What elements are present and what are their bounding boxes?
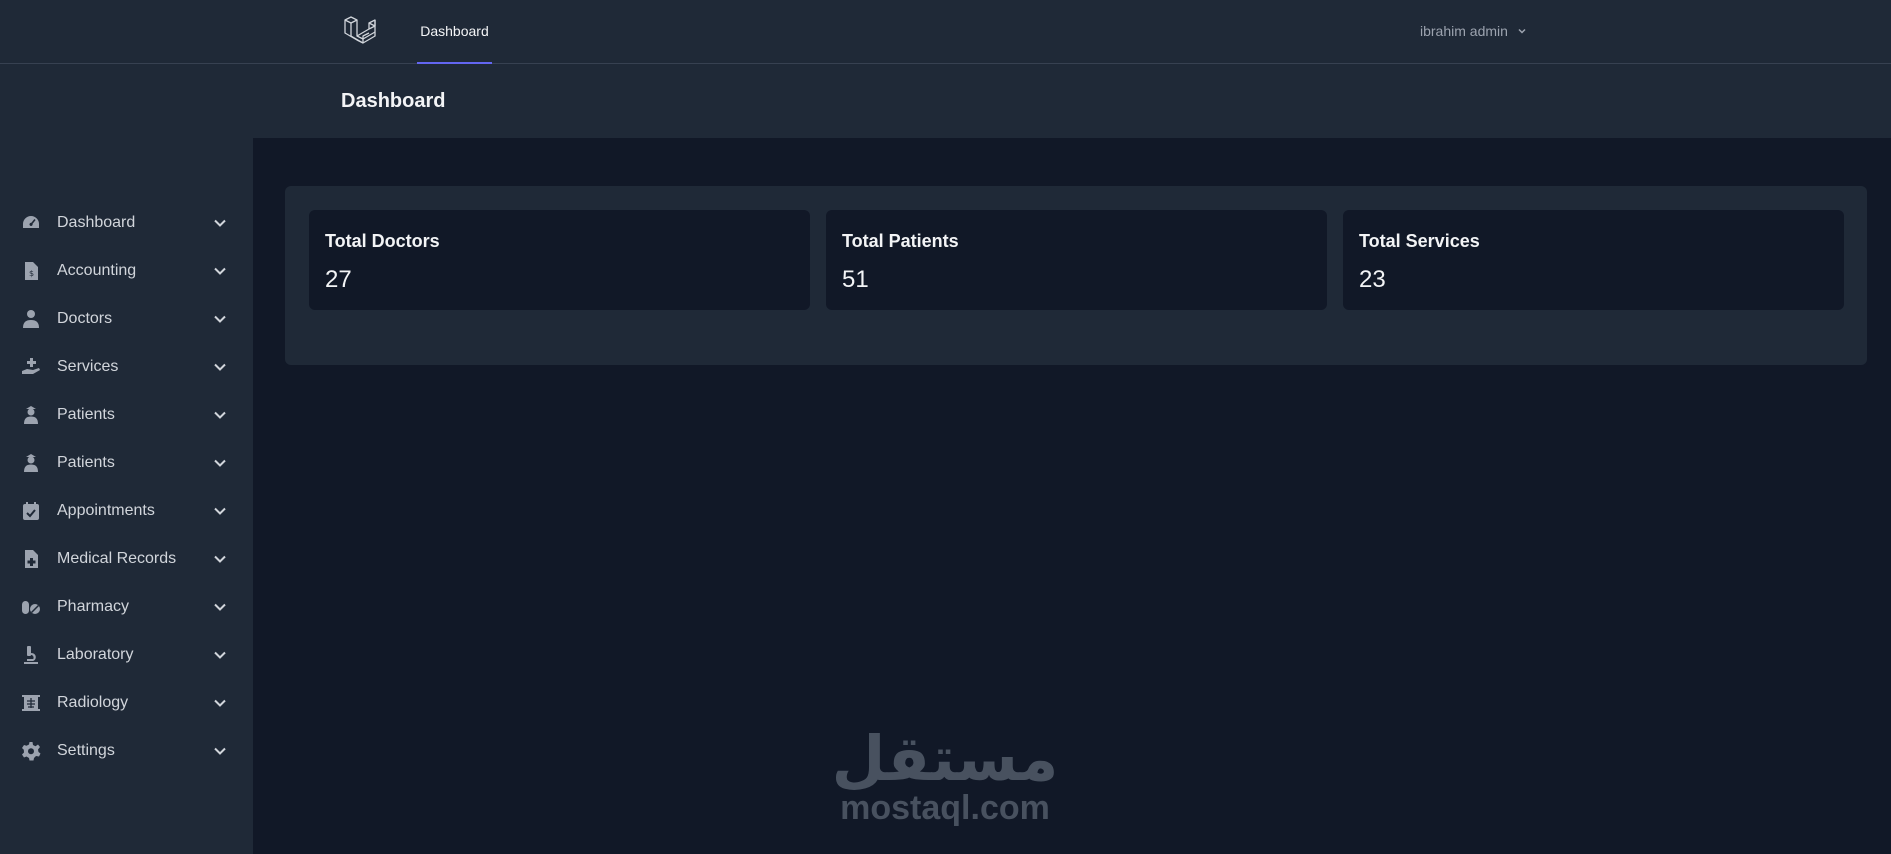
sidebar-item-label: Patients (57, 406, 115, 423)
watermark-arabic: مستقل (831, 722, 1059, 795)
top-navigation: Dashboard ibrahim admin (0, 0, 1891, 64)
sidebar-item-label: Pharmacy (57, 598, 130, 615)
chevron-down-icon (214, 507, 226, 515)
stat-card-total-doctors: Total Doctors 27 (309, 210, 810, 310)
user-menu[interactable]: ibrahim admin (1420, 0, 1528, 62)
svg-text:$: $ (29, 269, 34, 278)
sidebar-item-radiology[interactable]: Radiology (0, 681, 253, 725)
sidebar-item-doctors[interactable]: Doctors (0, 297, 253, 341)
sidebar: Dashboard $ Accounting Doctors Services (0, 64, 253, 854)
chevron-down-icon (214, 459, 226, 467)
chevron-down-icon (214, 699, 226, 707)
sidebar-item-laboratory[interactable]: Laboratory (0, 633, 253, 677)
patient-icon (20, 404, 42, 426)
pills-icon (20, 596, 42, 618)
sidebar-item-settings[interactable]: Settings (0, 729, 253, 773)
stat-value: 27 (325, 266, 352, 293)
chevron-down-icon (214, 747, 226, 755)
x-ray-icon (20, 692, 42, 714)
page-title: Dashboard (341, 90, 446, 112)
chevron-down-icon (1518, 28, 1526, 34)
sidebar-item-medical-records[interactable]: Medical Records (0, 537, 253, 581)
page-header: Dashboard (253, 64, 1891, 138)
watermark-latin: mostaql.com (840, 789, 1050, 827)
chevron-down-icon (214, 315, 226, 323)
nav-link-label: Dashboard (420, 23, 489, 39)
microscope-icon (20, 644, 42, 666)
sidebar-item-label: Settings (57, 742, 115, 759)
sidebar-item-patients-2[interactable]: Patients (0, 441, 253, 485)
stat-card-total-patients: Total Patients 51 (826, 210, 1327, 310)
stat-value: 23 (1359, 266, 1386, 293)
stats-panel: Total Doctors 27 Total Patients 51 Total… (285, 186, 1867, 365)
gear-icon (20, 740, 42, 762)
chevron-down-icon (214, 267, 226, 275)
patient-icon (20, 452, 42, 474)
invoice-icon: $ (20, 260, 42, 282)
chevron-down-icon (214, 651, 226, 659)
chevron-down-icon (214, 363, 226, 371)
stat-title: Total Services (1359, 231, 1480, 251)
hand-service-icon (20, 356, 42, 378)
sidebar-item-dashboard[interactable]: Dashboard (0, 201, 253, 245)
calendar-check-icon (20, 500, 42, 522)
sidebar-item-label: Accounting (57, 262, 137, 279)
stat-value: 51 (842, 266, 869, 293)
chevron-down-icon (214, 555, 226, 563)
sidebar-item-patients[interactable]: Patients (0, 393, 253, 437)
sidebar-item-label: Services (57, 358, 119, 375)
sidebar-item-appointments[interactable]: Appointments (0, 489, 253, 533)
nav-link-dashboard[interactable]: Dashboard (417, 0, 492, 64)
chevron-down-icon (214, 219, 226, 227)
stat-title: Total Patients (842, 231, 959, 251)
sidebar-item-label: Doctors (57, 310, 113, 327)
user-name: ibrahim admin (1420, 23, 1508, 39)
mostaql-watermark: مستقل mostaql.com (830, 722, 1060, 827)
stat-card-total-services: Total Services 23 (1343, 210, 1844, 310)
chevron-down-icon (214, 603, 226, 611)
doctor-icon (20, 308, 42, 330)
chevron-down-icon (214, 411, 226, 419)
sidebar-item-label: Medical Records (57, 550, 177, 567)
sidebar-item-label: Dashboard (57, 214, 136, 231)
sidebar-item-label: Laboratory (57, 646, 134, 663)
sidebar-item-label: Radiology (57, 694, 129, 711)
gauge-icon (20, 212, 42, 234)
file-medical-icon (20, 548, 42, 570)
sidebar-item-label: Appointments (57, 502, 155, 519)
sidebar-item-services[interactable]: Services (0, 345, 253, 389)
sidebar-item-accounting[interactable]: $ Accounting (0, 249, 253, 293)
stat-title: Total Doctors (325, 231, 440, 251)
sidebar-item-pharmacy[interactable]: Pharmacy (0, 585, 253, 629)
laravel-logo-icon[interactable] (342, 14, 378, 50)
sidebar-item-label: Patients (57, 454, 115, 471)
